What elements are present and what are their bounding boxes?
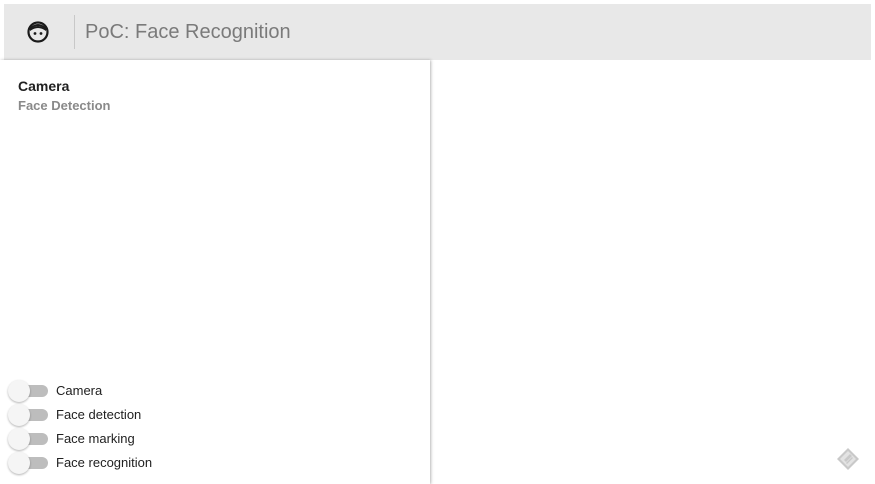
toggle-label: Camera: [56, 383, 103, 398]
face-detection-toggle[interactable]: [8, 404, 48, 426]
toggle-thumb[interactable]: [8, 428, 30, 450]
toggle-row-face-detection: Face detection: [8, 404, 141, 426]
toggle-thumb[interactable]: [8, 380, 30, 402]
toggle-label: Face recognition: [56, 455, 153, 470]
face-marking-toggle[interactable]: [8, 428, 48, 450]
toggle-label: Face marking: [56, 431, 135, 446]
app-title: PoC: Face Recognition: [85, 21, 291, 43]
face-recognition-toggle[interactable]: [8, 452, 48, 474]
camera-toggle[interactable]: [8, 380, 48, 402]
toggle-thumb[interactable]: [8, 452, 30, 474]
diamond-logo-icon: [837, 448, 859, 470]
toggle-row-face-marking: Face marking: [8, 428, 135, 450]
app-toolbar: PoC: Face Recognition: [4, 4, 871, 60]
toolbar-divider: [74, 15, 75, 49]
toggle-label: Face detection: [56, 407, 142, 422]
card-subtitle: Face Detection: [18, 98, 111, 113]
camera-card: Camera Face Detection Camera Face detect…: [0, 60, 430, 484]
toggle-row-camera: Camera: [8, 380, 102, 402]
toggle-row-face-recognition: Face recognition: [8, 452, 152, 474]
face-icon[interactable]: [27, 21, 49, 43]
app-root: PoC: Face Recognition Camera Face Detect…: [0, 0, 875, 484]
toggle-thumb[interactable]: [8, 404, 30, 426]
card-title: Camera: [18, 78, 70, 94]
